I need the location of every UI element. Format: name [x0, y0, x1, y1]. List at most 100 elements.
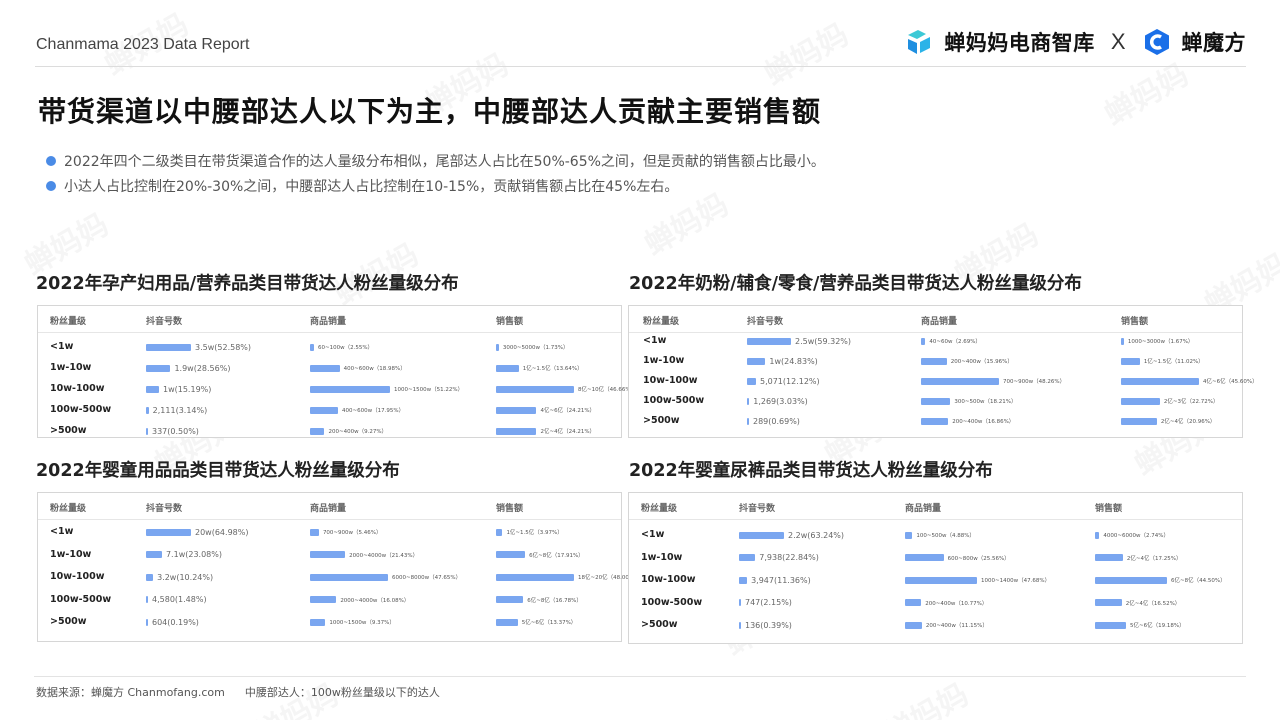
volume-bar	[921, 337, 926, 345]
fan-tier-label: 10w-100w	[641, 574, 696, 585]
accounts-bar	[146, 364, 171, 372]
header-divider	[35, 66, 1246, 67]
header-rule	[629, 332, 1242, 333]
volume-cell: 100~500w（4.88%）	[905, 530, 975, 540]
volume-bar	[310, 551, 346, 558]
volume-cell: 600~800w（25.56%）	[905, 553, 1010, 563]
fan-tier-label: >500w	[641, 619, 678, 630]
accounts-bar	[747, 397, 750, 405]
summary-bullets: 2022年四个二级类目在带货渠道合作的达人量级分布相似，尾部达人占比在50%-6…	[46, 148, 825, 198]
sales-value: 6亿~8亿（44.50%）	[1171, 578, 1226, 584]
volume-cell: 200~400w（16.86%）	[921, 416, 1014, 426]
sales-value: 2亿~4亿（16.52%）	[1125, 600, 1181, 607]
distribution-table-maternity: 粉丝量级 抖音号数 商品销量 销售额 <1w 3.5w(52.58%) 60~100w（2.…	[37, 305, 636, 438]
chanmofang-logo-icon	[1142, 27, 1172, 57]
fan-tier-label: 10w-100w	[50, 571, 105, 582]
sales-cell: 5亿~6亿（19.18%）	[1095, 620, 1185, 630]
volume-value: 400~600w（17.95%）	[342, 408, 405, 414]
accounts-cell: 3.5w(52.58%)	[146, 342, 251, 352]
fan-tier-label: 100w-500w	[50, 404, 112, 415]
accounts-cell: 2.2w(63.24%)	[739, 530, 844, 540]
volume-cell: 400~600w（17.95%）	[310, 405, 404, 415]
accounts-cell: 1w(24.83%)	[747, 356, 818, 366]
sales-value: 5亿~6亿（13.37%）	[521, 620, 577, 626]
bullet-text: 小达人占比控制在20%-30%之间，中腰部达人占比控制在10-15%，贡献销售额…	[64, 178, 679, 195]
column-header: 销售额	[1121, 317, 1149, 327]
footnote: 中腰部达人：100w粉丝量级以下的达人	[244, 686, 440, 699]
accounts-bar	[739, 531, 784, 539]
accounts-value: 1w(15.19%)	[163, 384, 212, 394]
header-rule	[38, 519, 621, 520]
accounts-value: 1w(24.83%)	[769, 356, 818, 366]
sales-bar	[1095, 599, 1122, 606]
header-rule	[38, 332, 621, 333]
volume-value: 200~400w（15.96%）	[950, 359, 1013, 365]
sales-value: 2亿~4亿（17.25%）	[1126, 555, 1182, 562]
column-header: 商品销量	[310, 504, 347, 514]
volume-cell: 6000~8000w（47.65%）	[310, 572, 461, 582]
sales-bar	[496, 427, 537, 435]
accounts-cell: 289(0.69%)	[747, 416, 800, 426]
volume-bar	[905, 531, 913, 539]
sales-bar	[1121, 337, 1124, 345]
volume-bar	[310, 427, 325, 435]
fan-tier-label: <1w	[641, 529, 665, 540]
sales-cell: 1亿~1.5亿（13.64%）	[496, 363, 583, 373]
volume-value: 200~400w（11.15%）	[925, 623, 988, 629]
accounts-cell: 1.9w(28.56%)	[146, 363, 230, 373]
sales-bar	[1095, 621, 1127, 629]
volume-value: 300~500w（18.21%）	[954, 399, 1017, 405]
sales-bar	[496, 618, 518, 626]
sales-value: 4亿~6亿（45.60%）	[1203, 379, 1258, 385]
volume-bar	[921, 397, 951, 405]
report-brand: Chanmama 2023 Data Report	[36, 36, 250, 53]
volume-bar	[905, 621, 922, 629]
accounts-bar	[739, 554, 756, 561]
sales-value: 6亿~8亿（17.91%）	[529, 552, 584, 559]
bullet-dot-icon	[46, 155, 56, 166]
fan-tier-label: 1w-10w	[641, 551, 683, 563]
accounts-bar	[747, 417, 749, 425]
volume-value: 1000~1500w（51.22%）	[394, 387, 464, 393]
bullet-dot-icon	[46, 180, 56, 191]
sales-bar	[1121, 397, 1160, 405]
accounts-cell: 4,580(1.48%)	[146, 595, 207, 605]
volume-value: 1000~1500w（9.37%）	[329, 620, 395, 626]
accounts-value: 7,938(22.84%)	[759, 553, 819, 562]
accounts-value: 604(0.19%)	[152, 617, 199, 627]
accounts-cell: 747(2.15%)	[739, 598, 792, 608]
sales-cell: 2亿~4亿（17.25%）	[1095, 553, 1182, 563]
fan-tier-label: <1w	[643, 335, 667, 346]
fan-tier-label: <1w	[50, 341, 74, 352]
accounts-cell: 7.1w(23.08%)	[146, 550, 222, 560]
accounts-cell: 20w(64.98%)	[146, 527, 248, 537]
accounts-cell: 2.5w(59.32%)	[747, 336, 851, 346]
sales-bar	[1121, 417, 1157, 425]
accounts-value: 747(2.15%)	[745, 598, 792, 607]
accounts-cell: 5,071(12.12%)	[747, 376, 820, 386]
volume-cell: 200~400w（15.96%）	[921, 356, 1013, 366]
sales-cell: 2亿~4亿（24.21%）	[496, 426, 595, 436]
sales-bar	[496, 364, 519, 372]
sales-value: 3000~5000w（1.73%）	[502, 345, 569, 351]
column-header: 商品销量	[310, 317, 347, 327]
volume-cell: 200~400w（9.27%）	[310, 426, 387, 436]
volume-cell: 2000~4000w（16.08%）	[310, 595, 409, 605]
column-header: 粉丝量级	[641, 504, 678, 514]
accounts-bar	[739, 576, 748, 584]
accounts-bar	[146, 427, 148, 435]
sales-bar	[496, 596, 524, 603]
accounts-bar	[146, 385, 159, 393]
accounts-value: 2.2w(63.24%)	[788, 530, 845, 540]
column-header: 销售额	[496, 317, 524, 327]
volume-value: 200~400w（10.77%）	[925, 600, 988, 607]
accounts-value: 1,269(3.03%)	[753, 396, 808, 406]
volume-value: 100~500w（4.88%）	[916, 533, 975, 539]
fan-tier-label: <1w	[50, 526, 74, 537]
volume-bar	[310, 364, 340, 372]
distribution-table-milk-powder: 粉丝量级 抖音号数 商品销量 销售额 <1w 2.5w(59.32%) 40~60w（2.6…	[628, 305, 1258, 438]
watermark: 蝉妈妈	[879, 677, 975, 720]
volume-value: 1000~1400w（47.68%）	[981, 578, 1051, 584]
accounts-value: 2.5w(59.32%)	[795, 336, 852, 346]
panel-title-milk-powder: 2022年奶粉/辅食/零食/营养品类目带货达人粉丝量级分布	[629, 274, 1082, 294]
